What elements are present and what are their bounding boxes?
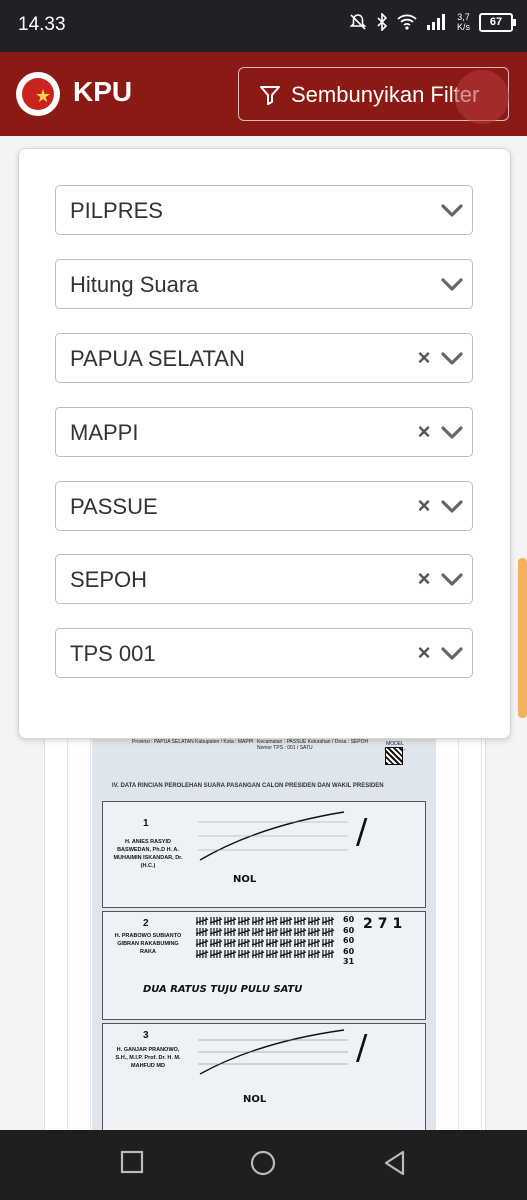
battery-icon: 67	[479, 12, 516, 32]
funnel-icon	[260, 86, 280, 105]
candidate-row-2: 2 H. PRABOWO SUBIANTO GIBRAN RAKABUMING …	[102, 911, 426, 1020]
bluetooth-icon	[377, 13, 388, 31]
candidate-row-3: 3 H. GANJAR PRANOWO, S.H., M.I.P. Prof. …	[102, 1023, 426, 1130]
square-recents-icon[interactable]	[120, 1150, 144, 1174]
candidate-name: H. GANJAR PRANOWO, S.H., M.I.P. Prof. Dr…	[115, 1047, 181, 1069]
candidate-row-1: 1 H. ANIES RASYID BASWEDAN, Ph.D H. A. M…	[102, 801, 426, 908]
row-total: 60	[343, 925, 355, 935]
row-totals: 60 60 60 60 31	[343, 915, 354, 968]
clear-icon[interactable]: ×	[416, 494, 432, 518]
triangle-back-icon[interactable]	[383, 1150, 407, 1176]
select-value: Hitung Suara	[70, 272, 199, 297]
clear-icon[interactable]: ×	[416, 420, 432, 444]
candidate-number: 2	[143, 918, 149, 929]
filter-panel: PILPRES Hitung Suara PAPUA SELATAN × MAP…	[18, 148, 511, 739]
tally-grid	[198, 1029, 348, 1075]
c1-form-scan[interactable]: Provinsi : PAPUA SELATAN Kabupaten / Kot…	[92, 731, 435, 1130]
election-type-select[interactable]: PILPRES	[55, 185, 473, 235]
qr-code-icon	[385, 747, 403, 765]
row-total: 60	[343, 946, 355, 956]
tally-total: /	[356, 812, 368, 852]
chevron-down-icon[interactable]	[440, 421, 464, 443]
touch-ripple	[455, 70, 509, 124]
handwritten-total-words: DUA RATUS TUJU PULU SATU	[143, 984, 303, 995]
status-bar: 14.33 3,7 K/s 67	[0, 0, 527, 52]
province-select[interactable]: PAPUA SELATAN ×	[55, 333, 473, 383]
tally-total: 271	[363, 916, 408, 932]
candidate-number: 1	[143, 818, 149, 829]
net-speed-unit: K/s	[456, 22, 470, 32]
select-value: PASSUE	[70, 494, 158, 519]
clear-icon[interactable]: ×	[416, 641, 432, 665]
select-value: MAPPI	[70, 420, 139, 445]
status-time: 14.33	[18, 14, 66, 35]
candidate-name: H. PRABOWO SUBIANTO GIBRAN RAKABUMING RA…	[114, 933, 182, 955]
select-value: TPS 001	[70, 641, 156, 666]
net-speed-value: 3,7	[457, 12, 470, 22]
chevron-down-icon[interactable]	[440, 495, 464, 517]
circle-home-icon[interactable]	[250, 1150, 276, 1176]
tally-total: /	[356, 1028, 368, 1068]
row-total: 60	[343, 915, 355, 924]
app-header: ★ KPU Sembunyikan Filter	[0, 52, 527, 136]
clear-icon[interactable]: ×	[416, 567, 432, 591]
handwritten-total-words: NOL	[243, 1094, 267, 1105]
row-total: 60	[343, 936, 355, 945]
network-speed: 3,7 K/s	[457, 12, 470, 32]
candidate-number: 3	[143, 1030, 149, 1041]
select-value: PAPUA SELATAN	[70, 346, 245, 371]
form-header-right: Kecamatan : PASSUE Kelurahan / Desa : SE…	[257, 739, 369, 751]
mute-bell-icon	[349, 14, 367, 30]
status-icons: 3,7 K/s 67	[349, 12, 516, 32]
wifi-icon	[397, 14, 417, 30]
star-icon: ★	[35, 86, 52, 106]
district-select[interactable]: PASSUE ×	[55, 481, 473, 531]
hide-filter-label: Sembunyikan Filter	[291, 82, 480, 107]
village-select[interactable]: SEPOH ×	[55, 554, 473, 604]
tps-select[interactable]: TPS 001 ×	[55, 628, 473, 678]
scrollbar-thumb[interactable]	[518, 558, 527, 718]
signal-icon	[426, 14, 445, 30]
chevron-down-icon[interactable]	[440, 642, 464, 664]
chevron-down-icon[interactable]	[440, 199, 464, 221]
navigation-bar	[0, 1130, 527, 1200]
data-type-select[interactable]: Hitung Suara	[55, 259, 473, 309]
chevron-down-icon[interactable]	[440, 273, 464, 295]
chevron-down-icon[interactable]	[440, 568, 464, 590]
tally-marks	[195, 917, 335, 958]
regency-select[interactable]: MAPPI ×	[55, 407, 473, 457]
clear-icon[interactable]: ×	[416, 346, 432, 370]
select-value: PILPRES	[70, 198, 163, 223]
brand-title[interactable]: KPU	[73, 76, 132, 108]
chevron-down-icon[interactable]	[440, 347, 464, 369]
row-total: 31	[343, 957, 355, 966]
form-section-title: IV. DATA RINCIAN PEROLEHAN SUARA PASANGA…	[112, 783, 384, 789]
candidate-name: H. ANIES RASYID BASWEDAN, Ph.D H. A. MUH…	[113, 839, 183, 869]
tally-grid	[198, 811, 348, 861]
kpu-logo[interactable]: ★	[16, 72, 60, 116]
select-value: SEPOH	[70, 567, 148, 592]
kpu-logo-emblem: ★	[22, 78, 54, 110]
handwritten-total-words: NOL	[233, 874, 257, 885]
